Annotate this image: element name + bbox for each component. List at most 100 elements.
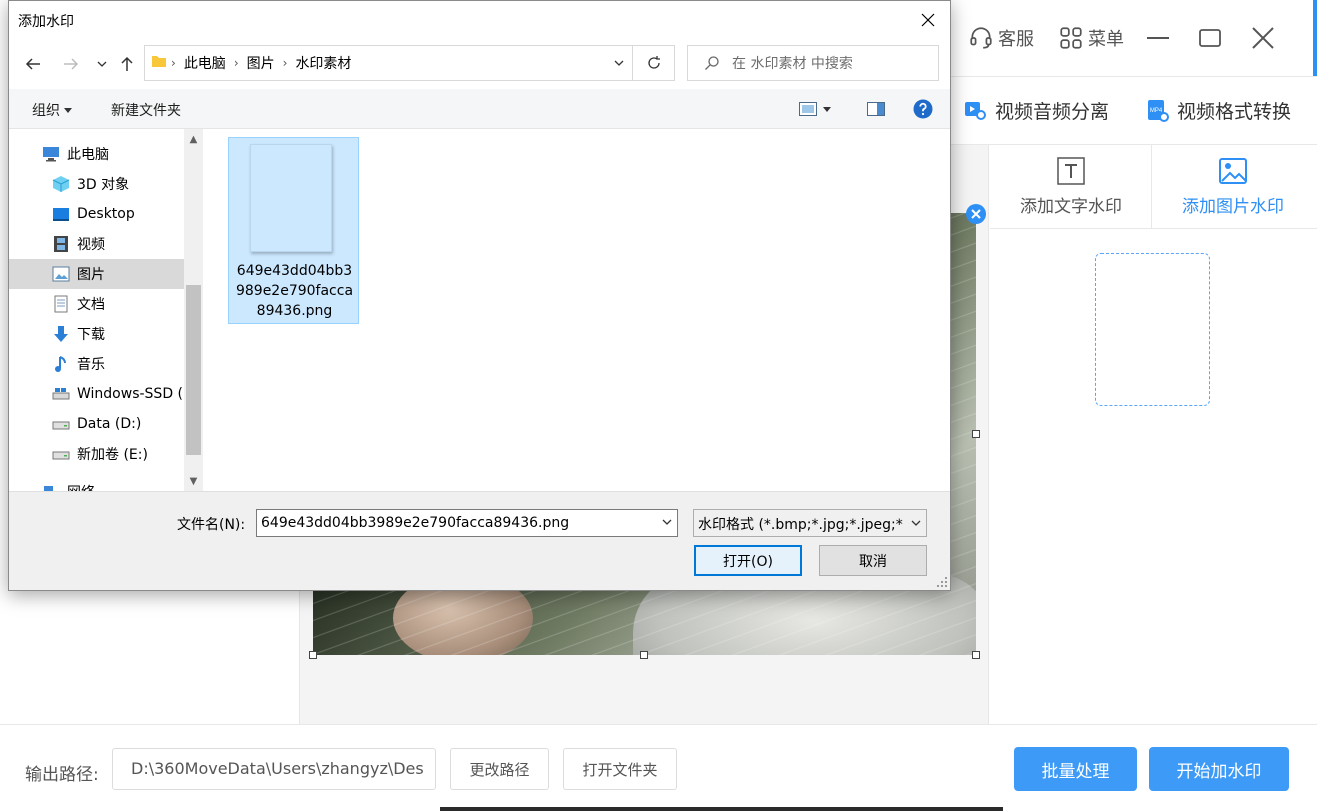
tree-label: Windows-SSD ( — [77, 386, 184, 402]
tree-item-data-d[interactable]: Data (D:) — [9, 409, 184, 439]
filename-input[interactable]: 649e43dd04bb3989e2e790facca89436.png — [256, 509, 678, 537]
address-bar[interactable]: › 此电脑 › 图片 › 水印素材 — [144, 45, 675, 81]
batch-process-button[interactable]: 批量处理 — [1014, 747, 1137, 791]
search-placeholder: 在 水印素材 中搜索 — [732, 56, 853, 72]
breadcrumb-item[interactable]: 水印素材 — [295, 53, 351, 73]
change-view-button[interactable] — [799, 98, 831, 120]
feature-label: 视频格式转换 — [1177, 100, 1292, 123]
start-watermark-button[interactable]: 开始加水印 — [1149, 747, 1289, 791]
organize-menu[interactable]: 组织 — [32, 100, 72, 120]
tree-item-network[interactable]: 网络 — [9, 477, 184, 491]
open-button[interactable]: 打开(O) — [694, 545, 802, 576]
tab-label: 添加图片水印 — [1182, 197, 1284, 217]
tree-item-windows-ssd[interactable]: Windows-SSD ( — [9, 379, 184, 409]
new-folder-label: 新建文件夹 — [111, 103, 181, 119]
close-icon — [971, 209, 981, 219]
tree-label: 此电脑 — [67, 147, 109, 163]
filetype-value: 水印格式 (*.bmp;*.jpg;*.jpeg;* — [698, 517, 903, 533]
tab-label: 添加文字水印 — [1020, 197, 1122, 217]
accent-bar — [1313, 0, 1317, 76]
desktop-icon — [51, 204, 71, 224]
resize-handle[interactable] — [309, 651, 317, 659]
film-icon — [51, 234, 71, 254]
scroll-down-arrow[interactable]: ▼ — [184, 471, 203, 491]
tree-label: 音乐 — [77, 357, 105, 373]
resize-handle[interactable] — [972, 651, 980, 659]
cube-3d-icon — [51, 174, 71, 194]
recent-locations-button[interactable] — [90, 52, 114, 76]
tree-item-this-pc[interactable]: 此电脑 — [9, 139, 184, 169]
up-button[interactable] — [115, 52, 139, 76]
tree-item-downloads[interactable]: 下载 — [9, 319, 184, 349]
preview-pane-button[interactable] — [867, 98, 885, 120]
tree-item-3d-objects[interactable]: 3D 对象 — [9, 169, 184, 199]
drive-icon — [51, 414, 71, 434]
chevron-down-icon[interactable] — [661, 516, 673, 528]
grid-menu-icon — [1060, 27, 1082, 49]
network-icon — [41, 482, 61, 491]
search-box[interactable]: 在 水印素材 中搜索 — [687, 45, 939, 81]
search-icon — [705, 56, 719, 70]
minimize-icon — [1147, 37, 1169, 39]
taskbar-strip — [440, 807, 1003, 811]
service-button[interactable]: 客服 — [968, 22, 1034, 54]
tree-label: 新加卷 (E:) — [77, 447, 148, 463]
address-history-button[interactable] — [606, 46, 632, 80]
dialog-title-bar: 添加水印 — [9, 1, 950, 39]
refresh-button[interactable] — [632, 46, 674, 80]
drive-icon — [51, 384, 71, 404]
caret-down-icon — [64, 108, 72, 113]
change-path-button[interactable]: 更改路径 — [450, 748, 549, 790]
navigation-pane: 此电脑 3D 对象 Desktop 视频 图片 文档 下载 音乐 Windows… — [9, 129, 184, 491]
minimize-button[interactable] — [1140, 20, 1176, 56]
filetype-select[interactable]: 水印格式 (*.bmp;*.jpg;*.jpeg;* — [693, 509, 927, 537]
tree-item-documents[interactable]: 文档 — [9, 289, 184, 319]
tree-item-new-volume-e[interactable]: 新加卷 (E:) — [9, 439, 184, 469]
dialog-close-button[interactable] — [906, 1, 950, 39]
arrow-left-icon — [25, 58, 40, 70]
document-icon — [51, 294, 71, 314]
image-icon — [1219, 158, 1247, 184]
chevron-down-icon — [97, 61, 107, 67]
tree-label: 视频 — [77, 237, 105, 253]
view-thumbnail-icon — [799, 102, 817, 116]
breadcrumb-item[interactable]: 图片 — [247, 53, 275, 73]
back-button[interactable] — [21, 52, 45, 76]
chevron-down-icon[interactable] — [906, 510, 926, 536]
tree-label: 文档 — [77, 297, 105, 313]
resize-grip-icon[interactable] — [936, 576, 948, 588]
navigation-scrollbar[interactable]: ▲ ▼ — [184, 129, 203, 491]
chevron-right-icon: › — [171, 56, 176, 70]
breadcrumb-item[interactable]: 此电脑 — [184, 53, 226, 73]
remove-watermark-button[interactable] — [966, 204, 986, 224]
music-icon — [51, 354, 71, 374]
download-icon — [51, 324, 71, 344]
scroll-up-arrow[interactable]: ▲ — [184, 129, 203, 149]
menu-button[interactable]: 菜单 — [1058, 22, 1124, 54]
resize-handle[interactable] — [972, 430, 980, 438]
tree-item-videos[interactable]: 视频 — [9, 229, 184, 259]
chevron-right-icon: › — [282, 56, 288, 70]
text-t-icon — [1057, 157, 1085, 185]
tree-item-music[interactable]: 音乐 — [9, 349, 184, 379]
resize-handle[interactable] — [640, 651, 648, 659]
help-button[interactable] — [913, 98, 933, 120]
feature-video-format-convert[interactable]: MP4 视频格式转换 — [1145, 94, 1291, 126]
output-path-field[interactable]: D:\360MoveData\Users\zhangyz\Des — [112, 748, 436, 790]
feature-video-audio-split[interactable]: 视频音频分离 — [963, 94, 1109, 126]
maximize-button[interactable] — [1192, 20, 1228, 56]
filename-label: 文件名(N): — [177, 517, 246, 533]
app-close-button[interactable] — [1245, 20, 1281, 56]
new-folder-button[interactable]: 新建文件夹 — [111, 100, 181, 120]
tab-text-watermark[interactable]: 添加文字水印 — [990, 145, 1152, 229]
cancel-button[interactable]: 取消 — [819, 545, 927, 576]
left-panel — [0, 591, 300, 724]
open-folder-button[interactable]: 打开文件夹 — [563, 748, 677, 790]
scroll-thumb[interactable] — [186, 285, 201, 455]
tree-item-pictures[interactable]: 图片 — [9, 259, 184, 289]
tab-image-watermark[interactable]: 添加图片水印 — [1152, 145, 1314, 229]
file-item[interactable]: 649e43dd04bb3989e2e790facca89436.png — [228, 137, 359, 324]
image-drop-zone[interactable] — [1095, 253, 1210, 406]
forward-button[interactable] — [59, 52, 83, 76]
tree-item-desktop[interactable]: Desktop — [9, 199, 184, 229]
